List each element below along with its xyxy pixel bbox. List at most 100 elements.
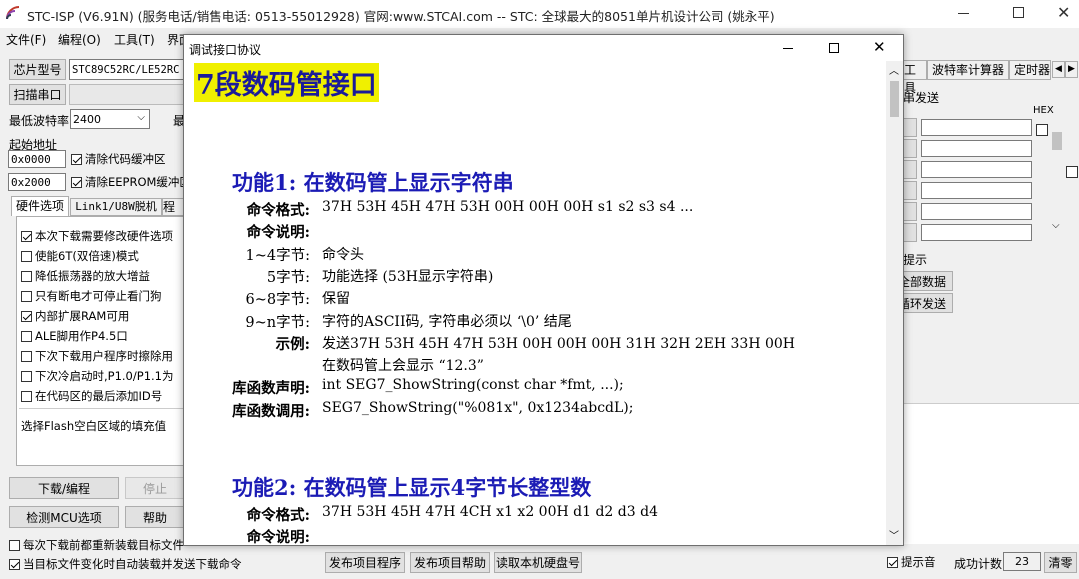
hardware-option-label: 降低振荡器的放大增益 bbox=[35, 269, 150, 283]
hardware-option-checkbox[interactable]: ALE脚用作P4.5口 bbox=[21, 327, 128, 345]
hardware-option-checkbox[interactable]: 降低振荡器的放大增益 bbox=[21, 267, 150, 285]
hardware-option-checkbox[interactable]: 本次下载需要修改硬件选项 bbox=[21, 227, 173, 245]
divider bbox=[19, 408, 184, 409]
close-icon[interactable]: ✕ bbox=[1057, 3, 1070, 22]
clear-count-button[interactable]: 清零 bbox=[1044, 552, 1077, 573]
row-label: 1~4字节: bbox=[245, 247, 311, 264]
row-label: 命令格式: bbox=[246, 202, 310, 219]
dialog-minimize-icon[interactable] bbox=[783, 48, 793, 49]
scroll-down-icon[interactable]: ﹀ bbox=[889, 527, 899, 542]
hardware-option-checkbox[interactable]: 下次下载用户程序时擦除用 bbox=[21, 347, 173, 365]
row-value: 37H 53H 45H 47H 4CH x1 x2 00H d1 d2 d3 d… bbox=[322, 504, 658, 520]
dialog-close-icon[interactable]: ✕ bbox=[873, 38, 886, 56]
success-count-label: 成功计数 bbox=[954, 557, 1003, 571]
menu-file[interactable]: 文件(F) bbox=[6, 31, 46, 48]
checkbox-mark[interactable] bbox=[21, 330, 32, 342]
checkbox-mark[interactable] bbox=[21, 350, 32, 362]
section-title: 功能1: 在数码管上显示字符串 bbox=[232, 170, 514, 195]
hardware-option-label: 下次下载用户程序时擦除用 bbox=[35, 349, 173, 363]
hardware-option-checkbox[interactable]: 使能6T(双倍速)模式 bbox=[21, 247, 139, 265]
tab-tools[interactable]: 工具 bbox=[903, 60, 927, 95]
dialog-maximize-icon[interactable] bbox=[829, 43, 839, 53]
maximize-icon[interactable] bbox=[1013, 7, 1024, 18]
publish-program-button[interactable]: 发布项目程序 bbox=[325, 552, 405, 573]
scroll-thumb[interactable] bbox=[890, 81, 899, 117]
send-row-input[interactable] bbox=[921, 161, 1032, 178]
send-list-scrollbar[interactable]: ⌵ bbox=[1051, 118, 1063, 236]
scroll-thumb[interactable] bbox=[1052, 132, 1062, 150]
hex-checkbox[interactable] bbox=[1066, 165, 1078, 178]
dialog-scrollbar[interactable]: ︿ ﹀ bbox=[886, 61, 903, 545]
tab-hardware[interactable]: 硬件选项 bbox=[11, 196, 69, 216]
hardware-option-label: 在代码区的最后添加ID号 bbox=[35, 389, 163, 403]
checkbox-mark[interactable] bbox=[9, 539, 20, 551]
baud-select[interactable]: 2400 ⌵ bbox=[70, 109, 150, 129]
menu-tools[interactable]: 工具(T) bbox=[114, 31, 155, 48]
auto-reload-checkbox[interactable]: 当目标文件变化时自动装载并发送下载命令 bbox=[9, 555, 242, 573]
tab-scroll-left[interactable]: ◀ bbox=[1052, 61, 1065, 78]
scan-port-button[interactable]: 扫描串口 bbox=[9, 84, 66, 105]
detect-mcu-button[interactable]: 检测MCU选项 bbox=[9, 506, 119, 528]
checkbox-mark[interactable] bbox=[71, 176, 82, 188]
stop-button[interactable]: 停止 bbox=[125, 477, 185, 499]
checkbox-mark[interactable] bbox=[21, 310, 32, 322]
reload-each-checkbox[interactable]: 每次下载前都重新装载目标文件 bbox=[9, 536, 184, 554]
menu-program[interactable]: 编程(O) bbox=[58, 31, 101, 48]
row-label: 命令格式: bbox=[246, 507, 310, 524]
checkbox-mark[interactable] bbox=[9, 558, 20, 570]
checkbox-mark[interactable] bbox=[21, 270, 32, 282]
beep-checkbox[interactable]: 提示音 bbox=[887, 553, 936, 571]
tab-link1[interactable]: Link1/U8W脱机 bbox=[70, 198, 162, 216]
checkbox-mark[interactable] bbox=[21, 370, 32, 382]
hardware-option-label: 本次下载需要修改硬件选项 bbox=[35, 229, 173, 243]
address-field-1[interactable]: 0x0000 bbox=[8, 150, 66, 168]
checkbox-mark[interactable] bbox=[21, 290, 32, 302]
hex-checkbox[interactable] bbox=[1036, 123, 1048, 136]
row-label: 5字节: bbox=[266, 269, 310, 286]
window-title: STC-ISP (V6.91N) (服务电话/销售电话: 0513-550129… bbox=[27, 9, 775, 24]
section-title: 功能2: 在数码管上显示4字节长整型数 bbox=[232, 475, 592, 500]
row-value: 保留 bbox=[322, 291, 350, 308]
help-button[interactable]: 帮助 bbox=[125, 506, 185, 528]
tab-scroll-right[interactable]: ▶ bbox=[1065, 61, 1078, 78]
tab-timer[interactable]: 定时器 bbox=[1009, 60, 1051, 80]
clear-eeprom-checkbox[interactable]: 清除EEPROM缓冲区 bbox=[71, 173, 191, 191]
port-select[interactable] bbox=[69, 84, 185, 105]
publish-help-button[interactable]: 发布项目帮助 bbox=[410, 552, 490, 573]
hardware-option-label: 内部扩展RAM可用 bbox=[35, 309, 130, 323]
checkbox-mark[interactable] bbox=[21, 250, 32, 262]
chevron-down-icon[interactable]: ⌵ bbox=[1052, 220, 1060, 231]
tab-baud-calculator[interactable]: 波特率计算器 bbox=[927, 60, 1009, 80]
send-row-input[interactable] bbox=[921, 203, 1032, 220]
row-value: 37H 53H 45H 47H 53H 00H 00H 00H s1 s2 s3… bbox=[322, 199, 694, 215]
checkbox-mark[interactable] bbox=[21, 390, 32, 402]
tab-program[interactable]: 程序 bbox=[162, 198, 184, 216]
hardware-option-checkbox[interactable]: 下次冷启动时,P1.0/P1.1为 bbox=[21, 367, 173, 385]
download-button[interactable]: 下载/编程 bbox=[9, 477, 119, 499]
hex-label: HEX bbox=[1033, 105, 1054, 116]
checkbox-mark[interactable] bbox=[71, 153, 82, 165]
row-label: 库函数调用: bbox=[232, 402, 310, 420]
checkbox-mark[interactable] bbox=[21, 230, 32, 242]
hardware-option-checkbox[interactable]: 在代码区的最后添加ID号 bbox=[21, 387, 162, 405]
minimize-icon[interactable] bbox=[958, 13, 969, 14]
read-disk-button[interactable]: 读取本机硬盘号 bbox=[494, 552, 582, 573]
scroll-up-icon[interactable]: ︿ bbox=[889, 62, 899, 77]
baud-label: 最低波特率 bbox=[9, 114, 70, 128]
row-value: 功能选择 (53H显示字符串) bbox=[322, 268, 494, 285]
output-area[interactable] bbox=[904, 403, 1079, 544]
send-row-input[interactable] bbox=[921, 140, 1032, 157]
clear-code-checkbox[interactable]: 清除代码缓冲区 bbox=[71, 150, 166, 168]
address-field-2[interactable]: 0x2000 bbox=[8, 173, 66, 191]
hint-label: 提示 bbox=[903, 253, 928, 267]
send-row-input[interactable] bbox=[921, 224, 1032, 241]
hardware-option-checkbox[interactable]: 只有断电才可停止看门狗 bbox=[21, 287, 162, 305]
serial-send-title: 串发送 bbox=[903, 91, 940, 105]
send-row-input[interactable] bbox=[921, 182, 1032, 199]
protocol-dialog: 调试接口协议 ✕ 7段数码管接口 功能1: 在数码管上显示字符串 命令格式: 37H… bbox=[183, 34, 904, 546]
checkbox-mark[interactable] bbox=[887, 556, 898, 568]
chip-model-button[interactable]: 芯片型号 bbox=[9, 59, 66, 80]
send-row-input[interactable] bbox=[921, 119, 1032, 136]
hardware-option-checkbox[interactable]: 内部扩展RAM可用 bbox=[21, 307, 129, 325]
chip-model-select[interactable]: STC89C52RC/LE52RC bbox=[69, 59, 185, 80]
